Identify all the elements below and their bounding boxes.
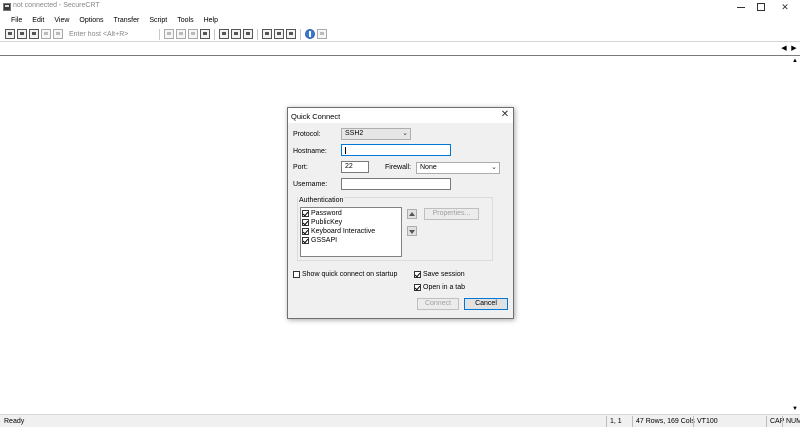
- status-bar: Ready 1, 1 47 Rows, 169 Cols VT100 CAP N…: [0, 414, 800, 427]
- username-input[interactable]: [341, 178, 451, 190]
- status-terminal-size: 47 Rows, 169 Cols: [632, 416, 698, 427]
- vertical-scrollbar[interactable]: ▲ ▼: [790, 57, 800, 413]
- move-down-arrow-icon[interactable]: [407, 226, 417, 236]
- hostname-label: Hostname:: [293, 148, 327, 155]
- menu-script[interactable]: Script: [144, 14, 172, 27]
- copy-icon[interactable]: [164, 29, 174, 39]
- show-quick-connect-on-startup[interactable]: Show quick connect on startup: [293, 271, 397, 278]
- text-caret: [345, 147, 346, 154]
- auth-method-password[interactable]: Password: [302, 209, 342, 218]
- move-up-arrow-icon[interactable]: [407, 209, 417, 219]
- protocol-value: SSH2: [345, 130, 364, 137]
- save-session-checkbox[interactable]: [414, 271, 421, 278]
- dialog-close-icon[interactable]: ✕: [500, 110, 510, 120]
- securecrt-app-icon: [3, 3, 11, 11]
- protocol-select[interactable]: SSH2 ⌄: [341, 128, 411, 140]
- keymap-icon[interactable]: [274, 29, 284, 39]
- window-title: not connected - SecureCRT: [13, 2, 100, 9]
- enter-host-input[interactable]: [67, 28, 153, 40]
- show-on-startup-checkbox[interactable]: [293, 271, 300, 278]
- print-setup-icon[interactable]: [243, 29, 253, 39]
- firewall-select[interactable]: None ⌄: [416, 162, 500, 174]
- menu-transfer[interactable]: Transfer: [109, 14, 145, 27]
- sftp-icon[interactable]: [262, 29, 272, 39]
- key-icon[interactable]: [286, 29, 296, 39]
- chevron-down-icon: ⌄: [491, 164, 497, 171]
- properties-button[interactable]: Properties...: [424, 208, 479, 220]
- toolbar: [0, 27, 800, 42]
- copy-paste-icon[interactable]: [188, 29, 198, 39]
- dialog-title-bar: Quick Connect ✕: [288, 108, 513, 123]
- connect-button[interactable]: Connect: [417, 298, 459, 310]
- status-num-lock: NUM: [782, 416, 800, 427]
- paste-icon[interactable]: [176, 29, 186, 39]
- cancel-button[interactable]: Cancel: [464, 298, 508, 310]
- authentication-list[interactable]: Password PublicKey Keyboard Interactive …: [300, 207, 402, 257]
- find-icon[interactable]: [200, 29, 210, 39]
- protocol-label: Protocol:: [293, 131, 321, 138]
- auth-method-publickey[interactable]: PublicKey: [302, 218, 342, 227]
- chevron-down-icon: ⌄: [402, 130, 408, 137]
- connect-icon[interactable]: [5, 29, 15, 39]
- connect-in-tab-icon[interactable]: [29, 29, 39, 39]
- title-bar: not connected - SecureCRT ✕: [0, 0, 800, 14]
- scroll-up-icon[interactable]: ▲: [791, 57, 799, 65]
- disconnect-icon[interactable]: [53, 29, 63, 39]
- open-in-tab-checkbox[interactable]: [414, 284, 421, 291]
- status-terminal-type: VT100: [693, 416, 723, 427]
- status-ready: Ready: [4, 418, 25, 425]
- port-label: Port:: [293, 164, 308, 171]
- tab-scroll-right-icon[interactable]: ▶: [790, 45, 798, 53]
- auth-method-gssapi[interactable]: GSSAPI: [302, 236, 337, 245]
- print-icon[interactable]: [219, 29, 229, 39]
- status-caps-lock: CAP: [766, 416, 784, 427]
- toolbar-separator: [214, 28, 215, 40]
- menu-edit[interactable]: Edit: [27, 14, 49, 27]
- save-session[interactable]: Save session: [414, 271, 465, 278]
- open-in-a-tab[interactable]: Open in a tab: [414, 284, 465, 291]
- print-selection-icon[interactable]: [231, 29, 241, 39]
- tab-scroll-left-icon[interactable]: ◀: [780, 45, 788, 53]
- hostname-input[interactable]: [341, 144, 451, 156]
- status-cursor-position: 1, 1: [606, 416, 632, 427]
- username-label: Username:: [293, 181, 328, 188]
- port-input[interactable]: 22: [341, 161, 369, 173]
- menu-tools[interactable]: Tools: [172, 14, 198, 27]
- menu-bar: File Edit View Options Transfer Script T…: [0, 14, 800, 27]
- firewall-label: Firewall:: [385, 164, 412, 171]
- menu-options[interactable]: Options: [74, 14, 108, 27]
- close-window-button[interactable]: ✕: [770, 0, 800, 14]
- keyboard-interactive-checkbox[interactable]: [302, 228, 309, 235]
- scroll-down-icon[interactable]: ▼: [791, 405, 799, 413]
- password-checkbox[interactable]: [302, 210, 309, 217]
- auth-method-keyboard-interactive[interactable]: Keyboard Interactive: [302, 227, 375, 236]
- toolbar-separator: [159, 28, 160, 40]
- menu-view[interactable]: View: [49, 14, 74, 27]
- toolbar-separator: [257, 28, 258, 40]
- gssapi-checkbox[interactable]: [302, 237, 309, 244]
- menu-file[interactable]: File: [6, 14, 27, 27]
- firewall-value: None: [420, 164, 437, 171]
- reconnect-icon[interactable]: [41, 29, 51, 39]
- fullscreen-icon[interactable]: [317, 29, 327, 39]
- authentication-label: Authentication: [298, 197, 345, 204]
- quick-connect-icon[interactable]: [17, 29, 27, 39]
- toolbar-separator: [300, 28, 301, 40]
- dialog-title: Quick Connect: [291, 112, 341, 121]
- menu-help[interactable]: Help: [199, 14, 223, 27]
- help-icon[interactable]: [305, 29, 315, 39]
- tab-bar: ◀ ▶: [0, 43, 800, 56]
- publickey-checkbox[interactable]: [302, 219, 309, 226]
- close-icon: ✕: [781, 1, 789, 12]
